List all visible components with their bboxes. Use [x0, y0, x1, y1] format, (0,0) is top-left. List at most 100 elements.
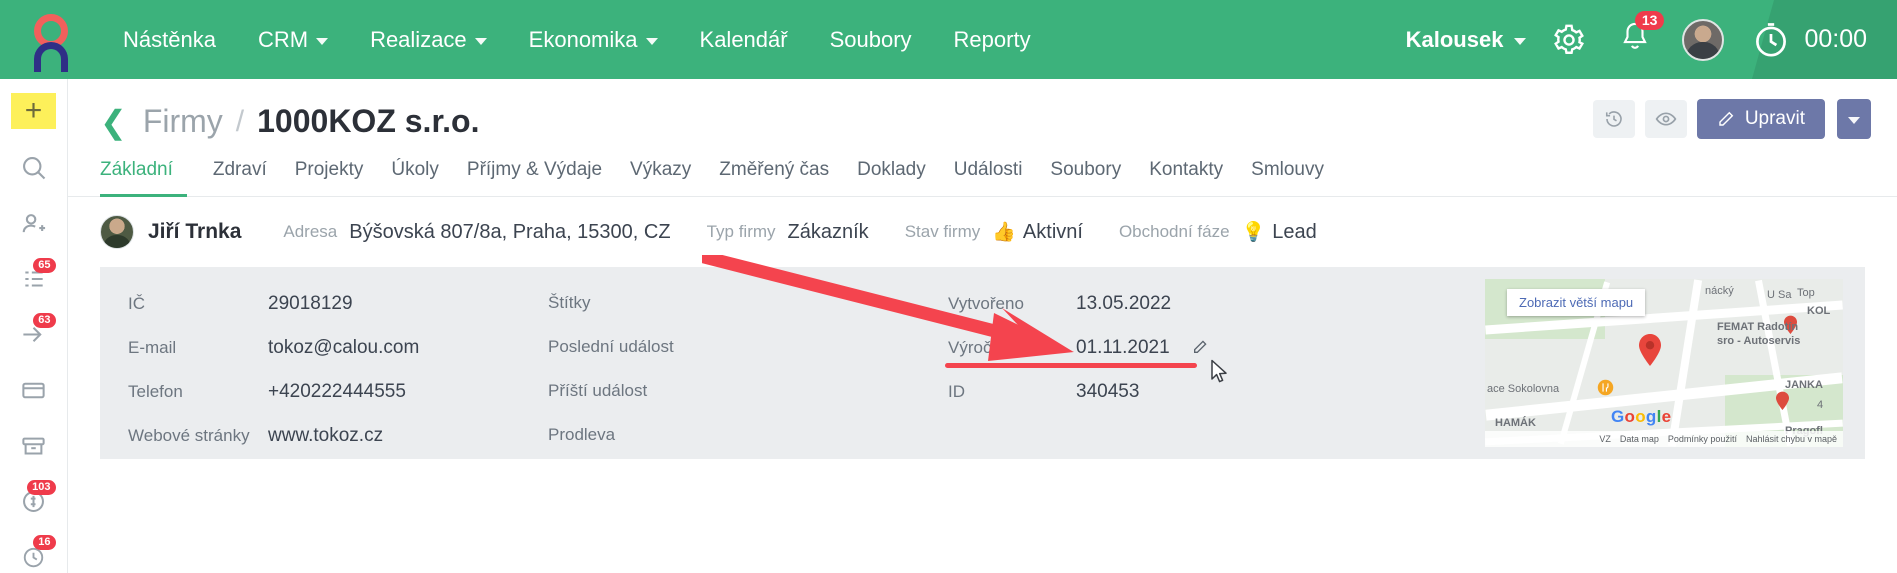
map-report-link[interactable]: Nahlásit chybu v mapě — [1746, 434, 1837, 444]
plus-icon: + — [25, 96, 43, 126]
nav-item-crm[interactable]: CRM — [237, 0, 349, 79]
company-state-label: Stav firmy — [905, 222, 981, 242]
tab-label: Soubory — [1050, 159, 1121, 180]
tab-label: Smlouvy — [1251, 159, 1324, 180]
map-label: nácký — [1705, 285, 1734, 297]
tab-label: Změřený čas — [719, 159, 829, 180]
page-content: ❮ Firmy / 1000KOZ s.r.o. Upravit — [68, 79, 1897, 573]
map-label: 4 — [1817, 399, 1823, 411]
expand-map-button[interactable]: Zobrazit větší mapu — [1507, 289, 1645, 316]
tab-bar: Základní Zdraví Projekty Úkoly Příjmy & … — [68, 140, 1897, 197]
map-pin-icon[interactable] — [1637, 333, 1663, 367]
tab-smlouvy[interactable]: Smlouvy — [1237, 159, 1338, 197]
tab-soubory[interactable]: Soubory — [1036, 159, 1135, 197]
tab-prijmy-vydaje[interactable]: Příjmy & Výdaje — [453, 159, 616, 197]
nav-item-realizace[interactable]: Realizace — [349, 0, 508, 79]
contact-avatar[interactable] — [100, 215, 134, 249]
tab-zdravi[interactable]: Zdraví — [199, 159, 281, 197]
map-terms-link[interactable]: Podmínky použití — [1668, 434, 1737, 444]
nav-label: Soubory — [830, 27, 912, 53]
page-actions: Upravit — [1593, 99, 1871, 139]
chevron-left-icon[interactable]: ❮ — [100, 106, 127, 138]
sidebar-item-send[interactable]: 63 — [11, 319, 57, 351]
field-label: Poslední událost — [548, 337, 688, 357]
nav-item-soubory[interactable]: Soubory — [809, 0, 933, 79]
notifications-button[interactable]: 13 — [1620, 20, 1650, 59]
poi-marker-icon — [1775, 391, 1790, 411]
tab-udalosti[interactable]: Události — [940, 159, 1037, 197]
tab-vykazy[interactable]: Výkazy — [616, 159, 705, 197]
breadcrumb-separator: / — [236, 105, 244, 139]
nav-label: Reporty — [954, 27, 1031, 53]
chevron-down-icon — [646, 38, 658, 45]
nav-label: Nástěnka — [123, 27, 216, 53]
sidebar-item-invoice[interactable] — [11, 375, 57, 407]
nav-label: CRM — [258, 27, 308, 53]
history-button[interactable] — [1593, 100, 1635, 138]
nav-item-reporty[interactable]: Reporty — [933, 0, 1052, 79]
map-label: ace Sokolovna — [1487, 383, 1559, 395]
edit-button-label: Upravit — [1745, 108, 1805, 130]
user-avatar[interactable] — [1682, 19, 1724, 61]
field-value: +420222444555 — [268, 381, 406, 403]
tab-label: Doklady — [857, 159, 926, 180]
quick-add-button[interactable]: + — [11, 93, 56, 129]
stopwatch-icon — [1752, 21, 1790, 59]
tab-projekty[interactable]: Projekty — [281, 159, 378, 197]
tab-label: Základní — [100, 159, 173, 180]
field-id: ID 340453 — [948, 381, 1210, 414]
tab-zakladni[interactable]: Základní — [100, 159, 187, 197]
pencil-icon — [1717, 110, 1735, 128]
edit-more-button[interactable] — [1837, 99, 1871, 139]
nav-item-kalendar[interactable]: Kalendář — [679, 0, 809, 79]
breadcrumb-parent[interactable]: Firmy — [143, 103, 223, 140]
tab-doklady[interactable]: Doklady — [843, 159, 940, 197]
field-label: E-mail — [128, 338, 268, 358]
field-value: 29018129 — [268, 293, 353, 315]
chevron-down-icon — [316, 38, 328, 45]
company-detail-card: IČ 29018129 E-mail tokoz@calou.com Telef… — [100, 267, 1865, 459]
gear-icon[interactable] — [1552, 23, 1586, 57]
nav-item-nastenka[interactable]: Nástěnka — [102, 0, 237, 79]
top-navigation-bar: Nástěnka CRM Realizace Ekonomika Kalendá… — [0, 0, 1897, 79]
sidebar-item-add-contact[interactable] — [11, 208, 57, 240]
map-label: HAMÁK — [1495, 417, 1536, 429]
tab-kontakty[interactable]: Kontakty — [1135, 159, 1237, 197]
tab-ukoly[interactable]: Úkoly — [377, 159, 453, 197]
address-value: Býšovská 807/8a, Praha, 15300, CZ — [349, 221, 670, 244]
tab-label: Události — [954, 159, 1023, 180]
nav-item-ekonomika[interactable]: Ekonomika — [508, 0, 679, 79]
chevron-down-icon — [475, 38, 487, 45]
tab-label: Příjmy & Výdaje — [467, 159, 602, 180]
thumbs-up-icon: 👍 — [992, 220, 1016, 244]
field-value[interactable]: tokoz@calou.com — [268, 337, 419, 359]
user-menu[interactable]: Kalousek — [1406, 27, 1533, 53]
sidebar-badge: 16 — [33, 535, 55, 550]
sidebar-item-search[interactable] — [11, 153, 57, 185]
timer-widget[interactable]: 00:00 — [1752, 21, 1867, 59]
user-menu-label: Kalousek — [1406, 27, 1504, 53]
watch-button[interactable] — [1645, 100, 1687, 138]
map-footer: VZ Data map Podmínky použití Nahlásit ch… — [1485, 431, 1843, 447]
timer-value: 00:00 — [1804, 25, 1867, 54]
pencil-icon — [1192, 339, 1208, 355]
location-map[interactable]: Zobrazit větší mapu FEMAT Radotín sro - … — [1485, 279, 1843, 447]
sidebar-badge: 103 — [27, 480, 55, 495]
address-label: Adresa — [283, 222, 337, 242]
field-label: Štítky — [548, 293, 688, 313]
sidebar-item-clock[interactable]: 16 — [11, 541, 57, 573]
eye-icon — [1655, 108, 1677, 130]
sidebar-item-list[interactable]: 65 — [11, 264, 57, 296]
edit-button[interactable]: Upravit — [1697, 99, 1825, 139]
expand-map-label: Zobrazit větší mapu — [1519, 295, 1633, 310]
field-label: ID — [948, 382, 1076, 402]
app-logo[interactable] — [0, 0, 102, 79]
sidebar-item-money[interactable]: 103 — [11, 486, 57, 518]
search-icon — [20, 154, 48, 182]
tab-zmereny-cas[interactable]: Změřený čas — [705, 159, 843, 197]
edit-vyroci-button[interactable] — [1186, 333, 1214, 361]
tab-label: Výkazy — [630, 159, 691, 180]
sidebar-item-archive[interactable] — [11, 430, 57, 462]
contact-name[interactable]: Jiří Trnka — [148, 220, 241, 244]
field-value[interactable]: www.tokoz.cz — [268, 425, 383, 447]
